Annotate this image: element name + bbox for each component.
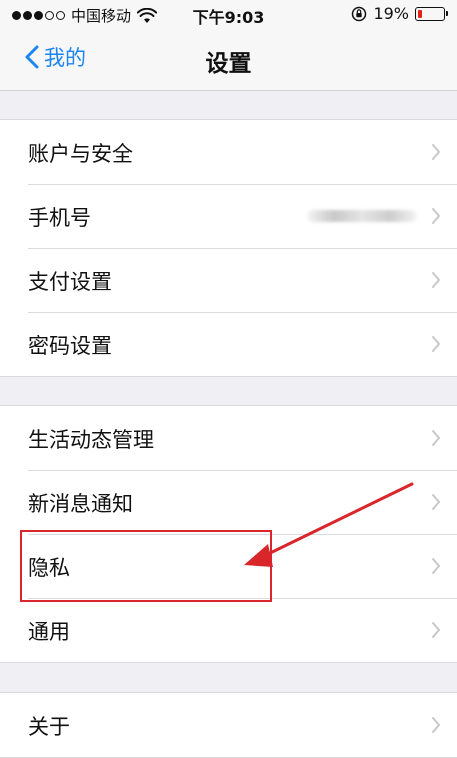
settings-item-label: 关于 — [28, 715, 70, 739]
settings-item-label: 新消息通知 — [28, 492, 133, 516]
settings-item-label: 密码设置 — [28, 334, 112, 358]
chevron-right-icon — [432, 494, 440, 510]
settings-item-label: 通用 — [28, 620, 70, 644]
settings-item-phone-number[interactable]: 手机号 — [0, 184, 457, 248]
settings-item-label: 账户与安全 — [28, 142, 133, 166]
settings-item-privacy[interactable]: 隐私 — [0, 534, 457, 598]
chevron-right-icon — [432, 336, 440, 352]
navigation-bar: 我的 设置 — [0, 28, 457, 91]
settings-item-about[interactable]: 关于 — [0, 693, 457, 757]
orientation-lock-icon — [352, 6, 367, 21]
settings-item-account-security[interactable]: 账户与安全 — [0, 120, 457, 184]
settings-group-general: 生活动态管理 新消息通知 隐私 通用 — [0, 405, 457, 663]
battery-icon — [415, 6, 448, 21]
settings-item-notifications[interactable]: 新消息通知 — [0, 470, 457, 534]
chevron-right-icon — [432, 622, 440, 638]
chevron-right-icon — [432, 430, 440, 446]
battery-percent: 19% — [373, 4, 409, 23]
chevron-right-icon — [432, 717, 440, 733]
settings-item-moments-management[interactable]: 生活动态管理 — [0, 406, 457, 470]
chevron-right-icon — [432, 208, 440, 224]
chevron-right-icon — [432, 144, 440, 160]
settings-item-label: 隐私 — [28, 556, 70, 580]
settings-item-payment[interactable]: 支付设置 — [0, 248, 457, 312]
status-bar: 中国移动 下午9:03 19% — [0, 0, 457, 28]
chevron-right-icon — [432, 558, 440, 574]
settings-group-about: 关于 — [0, 692, 457, 758]
settings-item-label: 生活动态管理 — [28, 428, 154, 452]
status-right: 19% — [351, 4, 448, 23]
settings-item-general[interactable]: 通用 — [0, 598, 457, 662]
settings-item-label: 支付设置 — [28, 270, 112, 294]
settings-item-label: 手机号 — [28, 206, 91, 230]
blurred-phone-number — [307, 210, 417, 222]
settings-group-account: 账户与安全 手机号 支付设置 密码设置 — [0, 119, 457, 377]
settings-item-password[interactable]: 密码设置 — [0, 312, 457, 376]
page-title: 设置 — [205, 51, 252, 77]
chevron-right-icon — [432, 272, 440, 288]
